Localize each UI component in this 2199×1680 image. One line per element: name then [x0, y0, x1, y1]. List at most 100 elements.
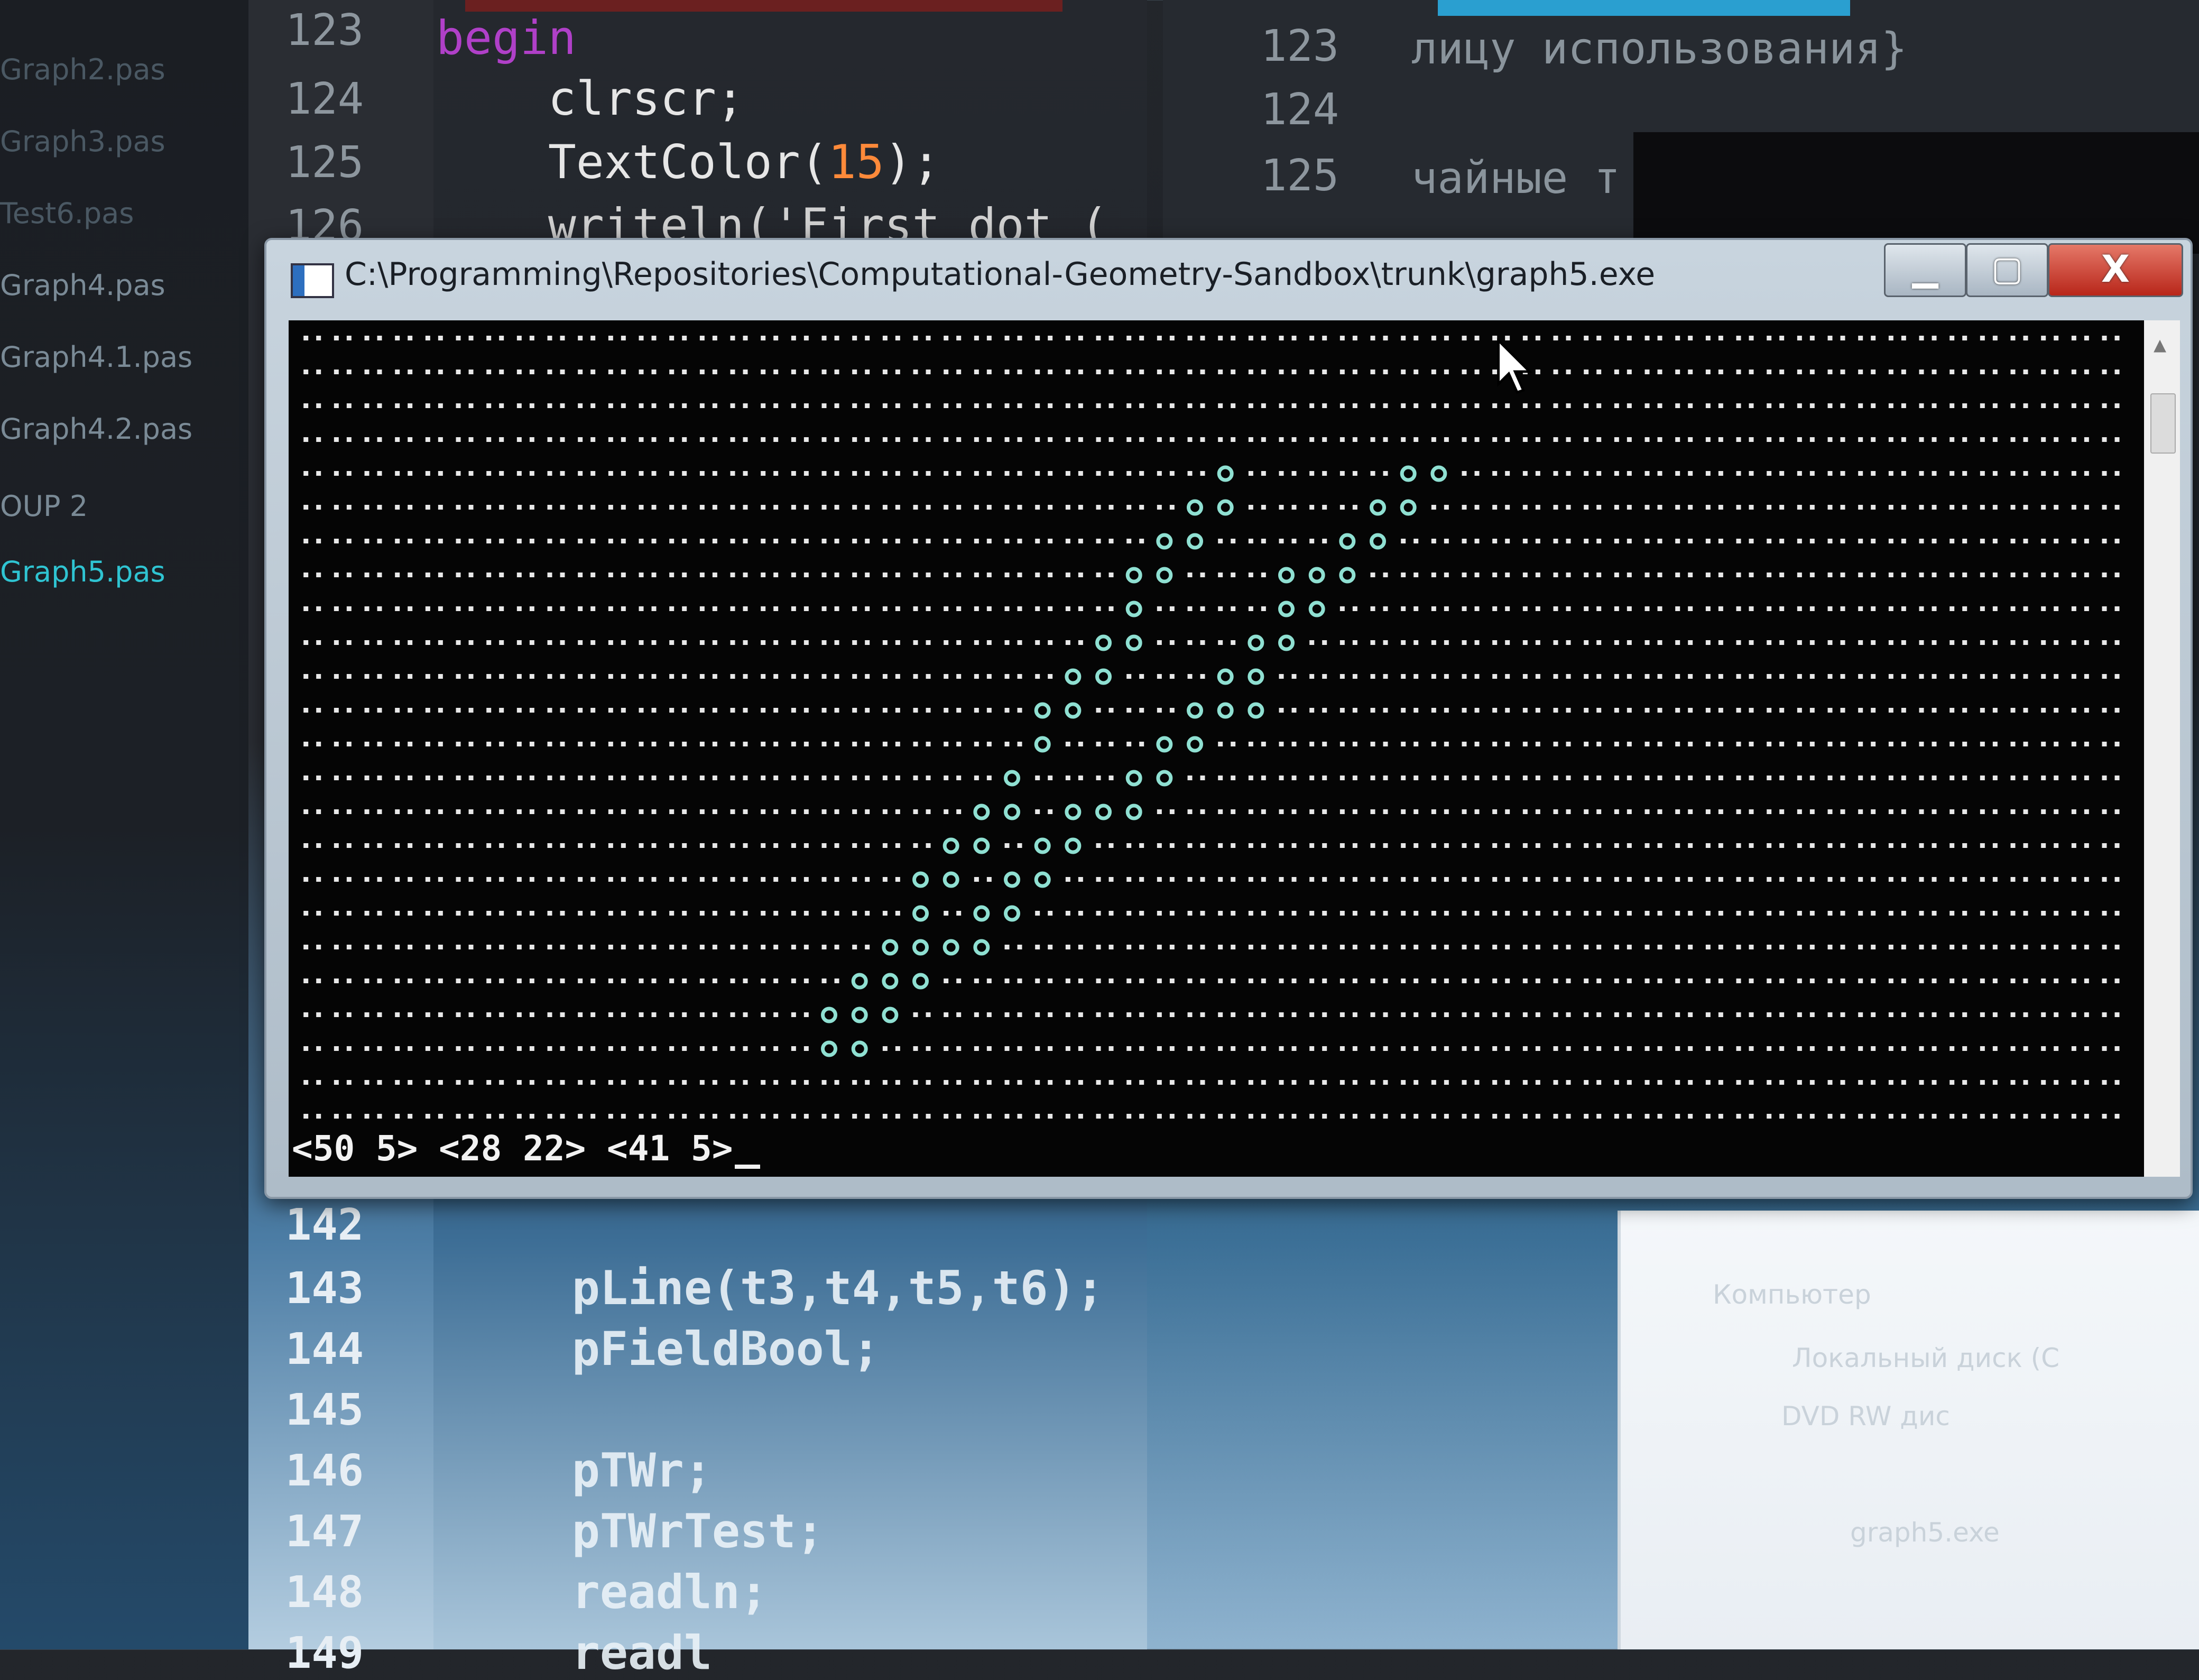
- grid-dot: [408, 708, 413, 713]
- sidebar-item-graph3[interactable]: Graph3.pas: [0, 125, 165, 158]
- code-line[interactable]: begin: [436, 11, 576, 65]
- code-line[interactable]: pFieldBool;: [460, 1322, 880, 1376]
- grid-dot: [1048, 1114, 1053, 1119]
- grid-dot: [1688, 979, 1693, 983]
- grid-dot: [651, 742, 657, 746]
- grid-dot: [1688, 1080, 1693, 1085]
- grid-dot: [2023, 911, 2028, 916]
- grid-dot: [408, 809, 413, 814]
- grid-dot: [1352, 708, 1357, 713]
- console-output[interactable]: [289, 320, 2144, 1177]
- grid-dot: [1888, 1046, 1893, 1051]
- console-window[interactable]: C:\Programming\Repositories\Computationa…: [264, 238, 2193, 1199]
- grid-dot: [456, 742, 461, 746]
- grid-dot: [712, 911, 717, 916]
- grid-dot: [578, 370, 583, 374]
- grid-dot: [1949, 1114, 1955, 1119]
- grid-dot: [1980, 708, 1985, 713]
- sidebar-item-graph2[interactable]: Graph2.pas: [0, 53, 165, 86]
- grid-dot: [468, 742, 474, 746]
- sidebar-item-test6[interactable]: Test6.pas: [0, 197, 134, 230]
- grid-dot: [377, 1114, 382, 1119]
- grid-dot: [486, 471, 492, 476]
- sidebar-item-graph4[interactable]: Graph4.pas: [0, 269, 165, 302]
- grid-dot: [1779, 877, 1785, 882]
- grid-dot: [791, 877, 796, 882]
- sidebar-item-graph5[interactable]: Graph5.pas: [0, 555, 165, 588]
- grid-dot: [1627, 945, 1632, 949]
- grid-dot: [2071, 573, 2076, 577]
- grid-dot: [1596, 437, 1602, 442]
- grid-dot: [1584, 843, 1589, 848]
- grid-dot: [1339, 370, 1345, 374]
- grid-dot: [852, 370, 857, 374]
- close-button[interactable]: X: [2048, 243, 2183, 297]
- scrollbar-thumb[interactable]: [2150, 393, 2176, 454]
- line-point: [1187, 702, 1204, 719]
- grid-dot: [1078, 776, 1083, 780]
- grid-dot: [1705, 573, 1711, 577]
- explorer-item-graph5-exe[interactable]: graph5.exe: [1850, 1517, 2000, 1548]
- code-line[interactable]: readln;: [460, 1565, 768, 1619]
- grid-dot: [1767, 606, 1772, 611]
- explorer-item-local-disk[interactable]: Локальный диск (C: [1792, 1343, 2059, 1373]
- grid-dot: [547, 911, 552, 916]
- comment-line[interactable]: лицу использования}: [1411, 24, 1907, 74]
- explorer-item-computer[interactable]: Компьютер: [1713, 1279, 1871, 1310]
- grid-dot: [468, 573, 474, 577]
- grid-dot: [639, 403, 644, 408]
- explorer-item-dvd[interactable]: DVD RW дис: [1781, 1401, 1950, 1432]
- grid-dot: [1291, 1114, 1297, 1119]
- code-line[interactable]: clrscr;: [436, 71, 744, 126]
- sidebar-item-graph4-1[interactable]: Graph4.1.pas: [0, 340, 192, 374]
- sidebar-item-group[interactable]: OUP 2: [0, 490, 88, 523]
- grid-dot: [1126, 945, 1132, 949]
- grid-dot: [1932, 911, 1937, 916]
- grid-dot: [1139, 674, 1144, 679]
- grid-dot: [1779, 606, 1785, 611]
- grid-dot: [743, 403, 748, 408]
- grid-dot: [2114, 1114, 2120, 1119]
- sidebar-item-graph4-2[interactable]: Graph4.2.pas: [0, 412, 192, 446]
- code-line[interactable]: readl: [460, 1626, 712, 1680]
- grid-dot: [1462, 1080, 1467, 1085]
- grid-dot: [1901, 1046, 1906, 1051]
- grid-dot: [1779, 708, 1785, 713]
- code-line[interactable]: pTWrTest;: [460, 1504, 824, 1558]
- grid-dot: [986, 505, 992, 510]
- grid-dot: [1474, 336, 1480, 340]
- code-line[interactable]: pLine(t3,t4,t5,t6);: [460, 1261, 1104, 1315]
- grid-dot: [486, 979, 492, 983]
- grid-dot: [2084, 979, 2089, 983]
- grid-dot: [1840, 809, 1845, 814]
- code-line[interactable]: TextColor(15);: [436, 135, 940, 189]
- grid-dot: [590, 336, 596, 340]
- grid-dot: [1370, 1012, 1375, 1017]
- grid-dot: [547, 674, 552, 679]
- grid-dot: [699, 911, 705, 916]
- grid-dot: [1169, 370, 1175, 374]
- grid-dot: [1840, 437, 1845, 442]
- minimize-button[interactable]: ▁: [1884, 243, 1966, 297]
- grid-dot: [682, 843, 687, 848]
- scroll-up-icon[interactable]: ▲: [2154, 333, 2166, 357]
- grid-dot: [1949, 809, 1955, 814]
- grid-dot: [639, 640, 644, 645]
- maximize-button[interactable]: ▢: [1966, 243, 2048, 297]
- grid-dot: [1522, 674, 1528, 679]
- grid-dot: [974, 877, 979, 882]
- code-line[interactable]: pTWr;: [460, 1443, 712, 1498]
- grid-dot: [1035, 606, 1040, 611]
- grid-dot: [1339, 1080, 1345, 1085]
- grid-dot: [1584, 776, 1589, 780]
- comment-line[interactable]: чайные т: [1411, 153, 1620, 204]
- grid-dot: [1218, 370, 1223, 374]
- grid-dot: [438, 809, 443, 814]
- grid-dot: [395, 403, 400, 408]
- grid-dot: [1309, 336, 1315, 340]
- window-titlebar[interactable]: C:\Programming\Repositories\Computationa…: [266, 240, 2191, 309]
- grid-dot: [1444, 674, 1449, 679]
- grid-dot: [639, 742, 644, 746]
- grid-dot: [1535, 1046, 1540, 1051]
- grid-dot: [2010, 573, 2016, 577]
